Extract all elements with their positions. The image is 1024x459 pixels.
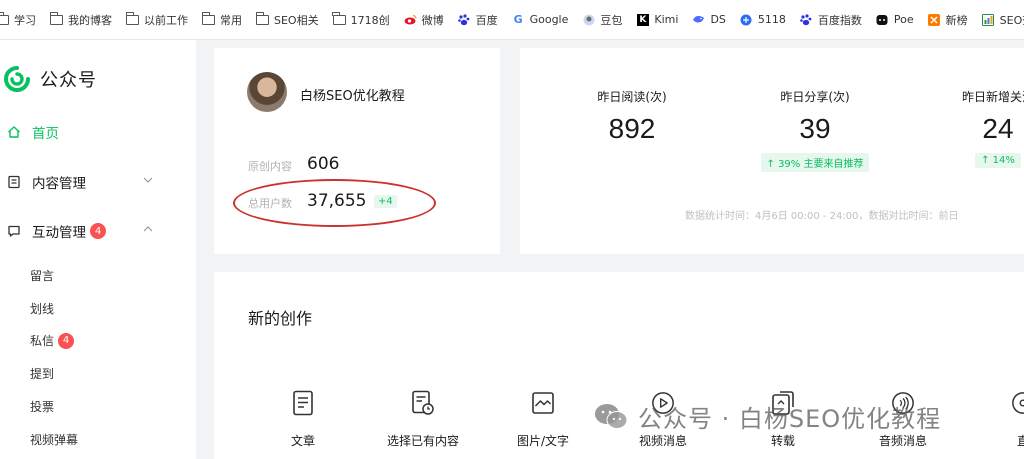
bookmark-doubao[interactable]: 豆包 bbox=[582, 12, 622, 28]
document-icon bbox=[6, 174, 22, 190]
bookmark-common[interactable]: 常用 bbox=[201, 11, 242, 28]
stat-new-follows[interactable]: 昨日新增关注 24 ↑ 14% bbox=[938, 88, 1024, 168]
bookmarks-bar: 学习 我的博客 以前工作 常用 SEO相关 1718创 微博 百度 G Googl… bbox=[0, 0, 1024, 40]
5118-icon bbox=[740, 14, 753, 25]
stat-shares-trend: ↑ 39% 主要来自推荐 bbox=[760, 153, 870, 172]
stat-new-follows-label: 昨日新增关注 bbox=[961, 90, 1024, 104]
create-video-label: 视频消息 bbox=[638, 434, 687, 448]
select-existing-content-label: 选择已有内容 bbox=[386, 434, 459, 448]
seo-query-icon bbox=[982, 13, 995, 26]
stat-new-follows-trend: ↑ 14% bbox=[975, 153, 1021, 168]
create-image-text-button[interactable]: 图片/文字 bbox=[498, 390, 588, 449]
bookmark-baidu[interactable]: 百度 bbox=[458, 12, 498, 28]
sidebar: 公众号 首页 内容管理 互动管理 4 留言 划线 私信 4 提到 投票 视频弹幕 bbox=[0, 40, 196, 459]
app-logo[interactable]: 公众号 bbox=[4, 66, 97, 92]
create-article-button[interactable]: 文章 bbox=[258, 390, 348, 449]
bookmark-deepseek[interactable]: DS bbox=[692, 13, 726, 26]
create-article-label: 文章 bbox=[290, 434, 315, 448]
create-audio-label: 音频消息 bbox=[878, 434, 927, 448]
deepseek-icon bbox=[692, 14, 705, 25]
kimi-icon: K bbox=[636, 13, 649, 26]
bookmark-seo[interactable]: SEO相关 bbox=[255, 11, 319, 28]
xinbang-icon bbox=[928, 13, 941, 26]
chevron-up-icon[interactable] bbox=[140, 221, 156, 237]
weibo-icon bbox=[404, 14, 417, 25]
article-icon bbox=[291, 390, 315, 416]
folder-icon bbox=[255, 11, 269, 25]
bookmark-previous-work[interactable]: 以前工作 bbox=[125, 11, 188, 28]
new-creation-title: 新的创作 bbox=[248, 309, 313, 328]
nav-interaction-management-label: 互动管理 bbox=[32, 225, 86, 241]
stat-reads-label: 昨日阅读(次) bbox=[597, 90, 667, 104]
original-content-value[interactable]: 606 bbox=[307, 154, 339, 174]
bookmark-study[interactable]: 学习 bbox=[0, 11, 36, 28]
bookmark-my-blog[interactable]: 我的博客 bbox=[49, 11, 112, 28]
account-profile-card: 白杨SEO优化教程 原创内容 606 总用户数 37,655 +4 bbox=[214, 48, 500, 254]
nav-home-label: 首页 bbox=[32, 126, 59, 142]
bookmark-google[interactable]: G Google bbox=[512, 13, 569, 26]
yesterday-stats-card: 昨日阅读(次) 892 昨日分享(次) 39 ↑ 39% 主要来自推荐 昨日新增… bbox=[520, 48, 1024, 254]
bookmark-5118[interactable]: 5118 bbox=[740, 13, 786, 26]
home-icon bbox=[6, 124, 22, 140]
image-text-icon bbox=[531, 390, 555, 416]
create-repost-label: 转载 bbox=[770, 434, 795, 448]
folder-icon bbox=[201, 11, 215, 25]
avatar[interactable] bbox=[247, 72, 287, 112]
folder-icon bbox=[49, 11, 63, 25]
stat-shares-label: 昨日分享(次) bbox=[780, 90, 850, 104]
chat-bubble-icon bbox=[6, 223, 22, 239]
poe-icon bbox=[876, 14, 889, 25]
nav-home[interactable]: 首页 bbox=[6, 122, 156, 142]
bookmark-1718[interactable]: 1718创 bbox=[332, 11, 390, 28]
bookmark-baidu-index[interactable]: 百度指数 bbox=[800, 12, 862, 28]
bookmark-kimi[interactable]: K Kimi bbox=[636, 13, 678, 26]
stat-reads-value: 892 bbox=[608, 113, 656, 144]
bookmark-xinbang[interactable]: 新榜 bbox=[928, 12, 968, 28]
wechat-official-logo-icon bbox=[4, 66, 30, 92]
bookmark-weibo[interactable]: 微博 bbox=[404, 12, 444, 28]
doubao-icon bbox=[582, 14, 595, 25]
stat-reads[interactable]: 昨日阅读(次) 892 bbox=[572, 88, 692, 145]
app-name: 公众号 bbox=[40, 70, 97, 91]
sub-nav-votes[interactable]: 投票 bbox=[30, 398, 54, 415]
baidu-paw-icon bbox=[458, 13, 471, 25]
sub-nav-comments[interactable]: 留言 bbox=[30, 267, 54, 284]
nav-content-management-label: 内容管理 bbox=[32, 176, 86, 192]
watermark-text: 公众号 · 白杨SEO优化教程 bbox=[638, 405, 942, 433]
nav-content-management[interactable]: 内容管理 bbox=[6, 172, 156, 192]
nav-interaction-management[interactable]: 互动管理 4 bbox=[6, 221, 156, 241]
select-existing-icon bbox=[411, 390, 435, 416]
folder-icon bbox=[332, 11, 346, 25]
create-image-text-label: 图片/文字 bbox=[516, 434, 570, 448]
stat-new-follows-value: 24 bbox=[982, 113, 1014, 144]
sub-nav-mentions[interactable]: 提到 bbox=[30, 365, 54, 382]
messages-badge: 4 bbox=[58, 332, 75, 349]
baidu-paw-icon bbox=[800, 13, 813, 25]
chevron-down-icon[interactable] bbox=[140, 172, 156, 188]
google-icon: G bbox=[513, 13, 523, 26]
bookmark-poe[interactable]: Poe bbox=[876, 13, 914, 26]
stat-shares[interactable]: 昨日分享(次) 39 ↑ 39% 主要来自推荐 bbox=[755, 88, 875, 172]
interaction-badge: 4 bbox=[90, 223, 106, 239]
select-existing-content-button[interactable]: 选择已有内容 bbox=[378, 390, 468, 449]
original-content-label: 原创内容 bbox=[248, 160, 292, 173]
create-live-button[interactable]: 直 bbox=[978, 390, 1024, 449]
create-live-label: 直 bbox=[1016, 434, 1024, 448]
watermark: 公众号 · 白杨SEO优化教程 bbox=[594, 399, 941, 434]
account-name[interactable]: 白杨SEO优化教程 bbox=[300, 85, 405, 104]
stat-shares-value: 39 bbox=[799, 113, 831, 144]
live-icon bbox=[1011, 390, 1024, 416]
folder-icon bbox=[125, 11, 139, 25]
bookmark-seo-query[interactable]: SEO查询 bbox=[982, 12, 1024, 28]
wechat-watermark-icon bbox=[594, 403, 628, 431]
annotation-ellipse bbox=[233, 179, 436, 227]
stats-time-note: 数据统计时间：4月6日 00:00 - 24:00，数据对比时间：前日 bbox=[685, 211, 959, 222]
sub-nav-video-danmaku[interactable]: 视频弹幕 bbox=[30, 431, 78, 448]
sub-nav-underline[interactable]: 划线 bbox=[30, 300, 54, 317]
sub-nav-messages[interactable]: 私信 4 bbox=[30, 332, 75, 349]
folder-icon bbox=[0, 11, 9, 25]
